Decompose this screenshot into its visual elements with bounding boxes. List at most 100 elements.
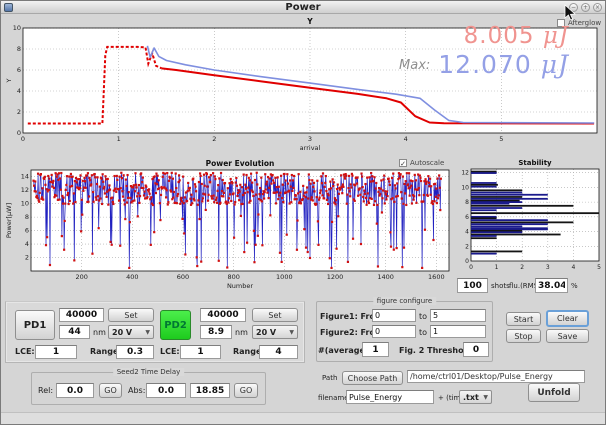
svg-text:1: 1 — [117, 135, 121, 143]
pd2-lce-label: LCE: — [160, 347, 180, 356]
checkbox-checked-icon[interactable]: ✓ — [399, 159, 407, 167]
svg-text:6: 6 — [25, 227, 29, 235]
svg-text:2: 2 — [17, 108, 21, 116]
abs-go-button[interactable]: GO — [234, 383, 258, 398]
maximize-icon[interactable]: + — [581, 3, 590, 12]
pd2-button[interactable]: PD2 — [160, 310, 191, 340]
svg-text:4: 4 — [571, 264, 575, 271]
pd1-nm-label: nm — [93, 328, 106, 337]
fig2-from-input[interactable] — [372, 325, 416, 338]
svg-text:Power Evolution: Power Evolution — [206, 159, 275, 168]
fig2-to-input[interactable] — [430, 325, 486, 338]
pd2-set-button[interactable]: Set — [252, 308, 298, 322]
svg-text:1200: 1200 — [327, 273, 344, 281]
power-evolution-plot[interactable]: 24681012142004006008001000120014001600Po… — [3, 157, 455, 299]
svg-text:0: 0 — [469, 264, 473, 271]
svg-text:800: 800 — [227, 273, 239, 281]
app-window: Power − + × Afterglow 0246810012345Yarri… — [0, 0, 606, 425]
filename-label: filename — [318, 394, 349, 402]
svg-text:6: 6 — [465, 214, 469, 221]
choose-path-button[interactable]: Choose Path — [342, 371, 403, 385]
mouse-cursor — [563, 4, 577, 22]
title-bar[interactable]: Power − + × — [1, 1, 605, 14]
to1-label: to — [419, 312, 427, 321]
pd1-wavelength-input[interactable] — [59, 325, 90, 339]
save-button[interactable]: Save — [546, 329, 589, 343]
svg-text:14: 14 — [21, 173, 29, 181]
svg-text:Number: Number — [227, 282, 253, 290]
pd1-button[interactable]: PD1 — [15, 310, 55, 340]
rel-go-button[interactable]: GO — [99, 383, 122, 398]
close-icon[interactable]: × — [593, 3, 602, 12]
svg-text:1000: 1000 — [276, 273, 293, 281]
abs-input[interactable] — [146, 383, 186, 398]
rel-input[interactable] — [56, 383, 94, 398]
pd1-range-input[interactable] — [116, 345, 154, 359]
pd1-range-select[interactable]: 20 V▼ — [108, 325, 154, 339]
fig1-to-input[interactable] — [430, 309, 486, 322]
svg-text:200: 200 — [75, 273, 87, 281]
svg-text:1400: 1400 — [377, 273, 394, 281]
svg-text:4: 4 — [25, 240, 29, 248]
fig1-from-input[interactable] — [372, 309, 416, 322]
svg-text:12: 12 — [461, 170, 469, 177]
rms-input[interactable] — [535, 278, 568, 293]
shots-input[interactable] — [457, 278, 488, 293]
stability-plot[interactable]: 024681012012345Stability — [457, 157, 606, 283]
percent-label: % — [571, 282, 578, 290]
svg-text:0: 0 — [21, 135, 25, 143]
autoscale-checkbox[interactable]: ✓ Autoscale — [399, 159, 444, 167]
pd1-set-button[interactable]: Set — [108, 308, 154, 322]
app-icon — [4, 3, 13, 12]
pd2-range-select[interactable]: 20 V▼ — [252, 325, 298, 339]
abs2-input[interactable] — [190, 383, 230, 398]
svg-text:2: 2 — [520, 264, 524, 271]
pd1-lce-label: LCE: — [15, 347, 35, 356]
figure-configure-title: figure configure — [373, 297, 436, 305]
svg-text:5: 5 — [597, 264, 601, 271]
pd2-lce-input[interactable] — [180, 345, 221, 359]
svg-text:Y: Y — [306, 17, 313, 26]
stop-button[interactable]: Stop — [506, 329, 541, 343]
pd2-nm-label: nm — [235, 328, 248, 337]
svg-text:600: 600 — [177, 273, 189, 281]
svg-text:arrival: arrival — [300, 144, 321, 152]
autoscale-label: Autoscale — [410, 159, 444, 167]
svg-text:5: 5 — [499, 135, 503, 143]
svg-text:4: 4 — [404, 135, 408, 143]
svg-text:2: 2 — [212, 135, 216, 143]
pd2-range-input[interactable] — [259, 345, 298, 359]
svg-text:Stability: Stability — [518, 159, 552, 167]
average-input[interactable] — [362, 342, 389, 357]
chevron-down-icon: ▼ — [483, 394, 488, 401]
pd2-gain-input[interactable] — [200, 308, 246, 322]
seed2-title: Seed2 Time Delay — [113, 368, 185, 376]
rel-label: Rel: — [38, 386, 53, 395]
path-label: Path — [322, 374, 337, 382]
svg-text:Power[μW]: Power[μW] — [5, 203, 13, 238]
pd1-lce-input[interactable] — [35, 345, 77, 359]
pd2-wavelength-input[interactable] — [200, 325, 232, 339]
filename-input[interactable] — [346, 390, 434, 404]
svg-text:Y: Y — [5, 78, 13, 83]
svg-text:10: 10 — [461, 184, 469, 191]
pd1-gain-input[interactable] — [59, 308, 104, 322]
threshold-input[interactable] — [463, 342, 489, 357]
to2-label: to — [419, 328, 427, 337]
svg-text:400: 400 — [126, 273, 138, 281]
svg-text:10: 10 — [21, 200, 29, 208]
start-button[interactable]: Start — [506, 312, 541, 326]
decay-plot[interactable]: 0246810012345YarrivalY — [3, 15, 605, 155]
extension-select[interactable]: .txt▼ — [459, 390, 492, 404]
svg-text:2: 2 — [25, 254, 29, 262]
svg-text:1600: 1600 — [428, 273, 445, 281]
path-input[interactable] — [407, 370, 585, 383]
chevron-down-icon: ▼ — [289, 329, 294, 336]
bottom-strip — [1, 412, 605, 425]
svg-text:3: 3 — [546, 264, 550, 271]
svg-text:10: 10 — [13, 24, 21, 32]
svg-text:6: 6 — [17, 66, 21, 74]
svg-text:8: 8 — [465, 199, 469, 206]
unfold-button[interactable]: Unfold — [528, 383, 580, 402]
clear-button[interactable]: Clear — [546, 310, 589, 327]
